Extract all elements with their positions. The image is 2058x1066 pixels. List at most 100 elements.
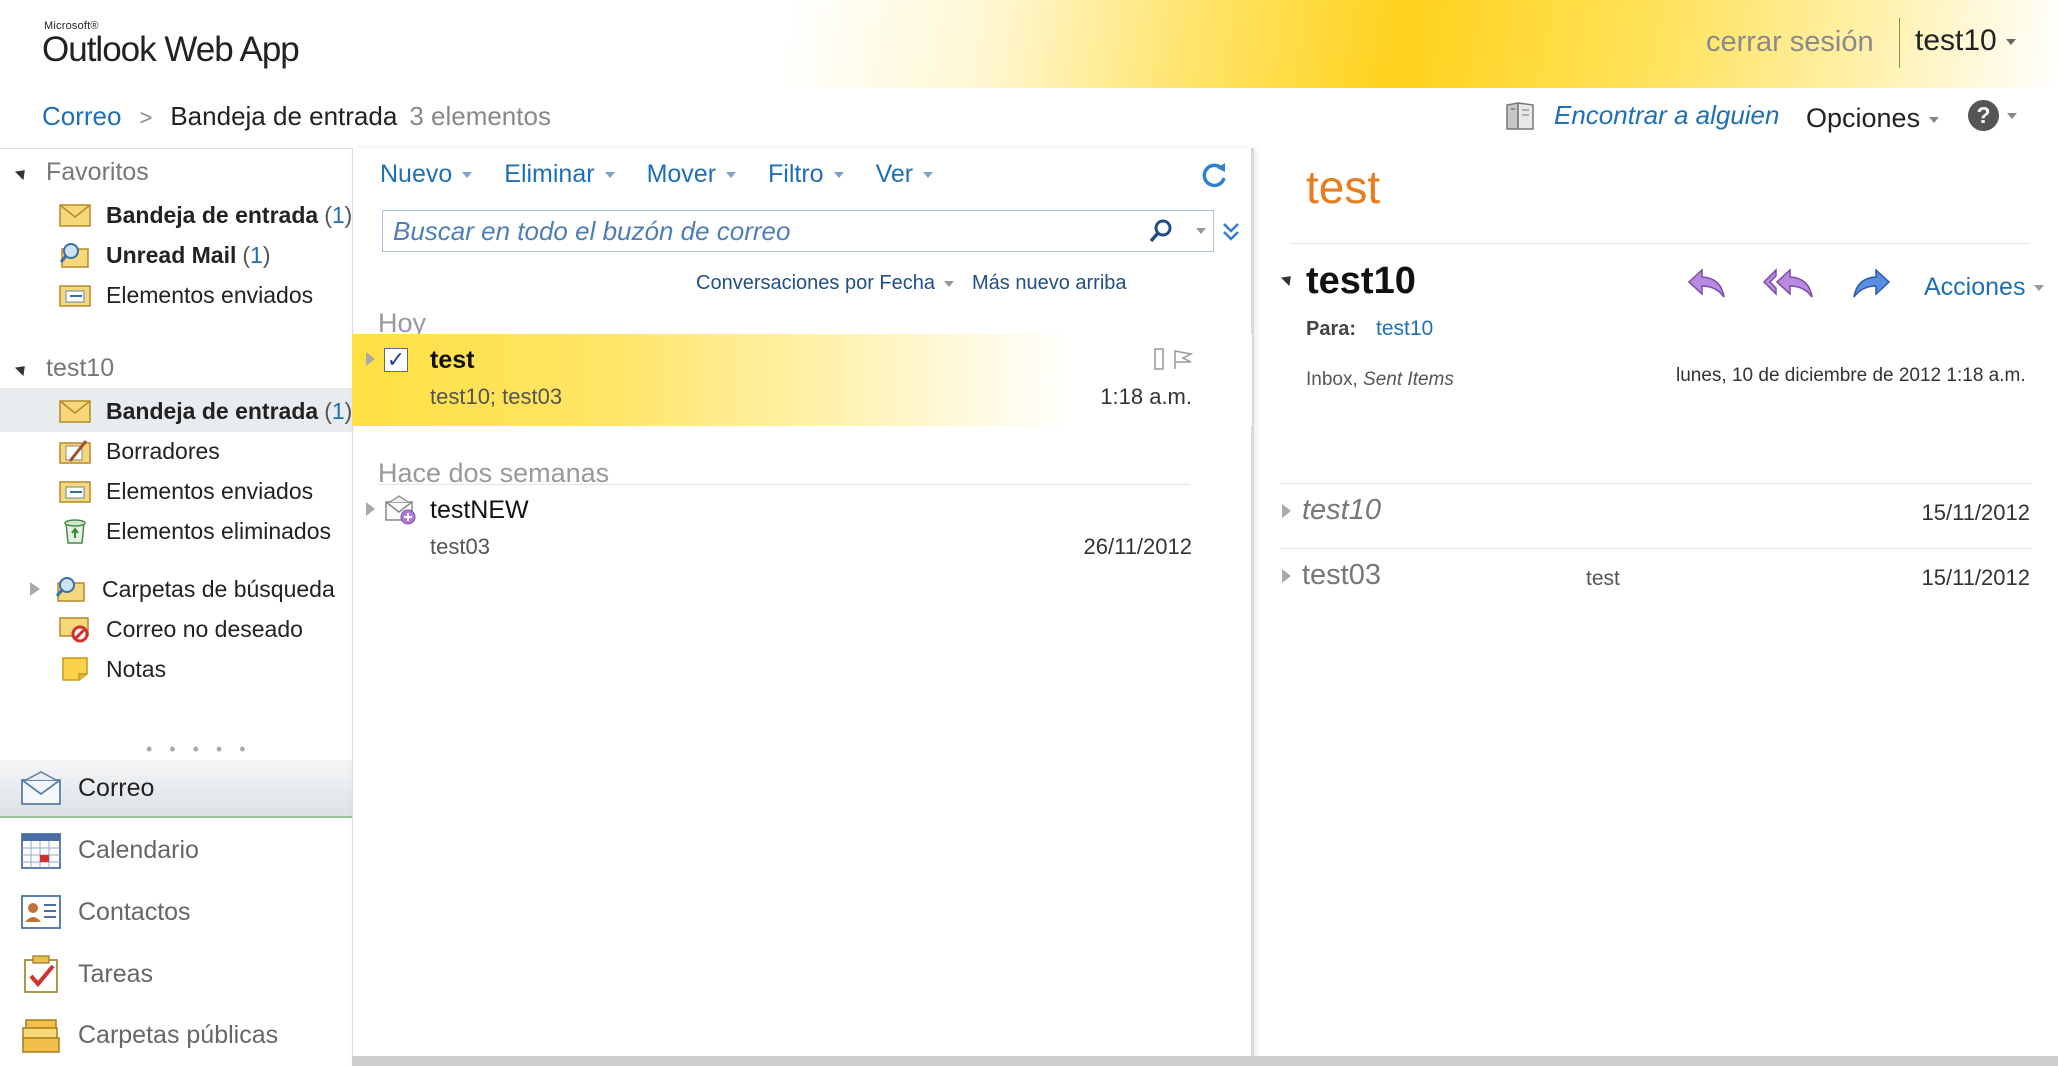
sent-icon xyxy=(58,281,92,309)
to-label: Para: xyxy=(1306,318,1357,340)
module-contacts[interactable]: Contactos xyxy=(0,883,352,941)
filter-button[interactable]: Filtro xyxy=(768,160,844,189)
folder-item-label: Carpetas de búsqueda xyxy=(102,575,335,602)
thread-sender: test10 xyxy=(1302,494,1381,526)
message-subject: test xyxy=(430,346,475,374)
search-box xyxy=(382,210,1214,252)
folder-item-label: Elementos enviados xyxy=(106,477,314,504)
refresh-icon[interactable] xyxy=(1200,160,1228,195)
flag-icon[interactable] xyxy=(1172,348,1194,370)
junk-icon xyxy=(58,615,92,643)
breadcrumb-mail-link[interactable]: Correo xyxy=(42,101,121,131)
category-icon[interactable] xyxy=(1154,348,1164,370)
options-menu[interactable]: Opciones xyxy=(1806,103,1940,134)
options-label: Opciones xyxy=(1806,103,1921,133)
user-name: test10 xyxy=(1915,24,1997,57)
thread-date: 15/11/2012 xyxy=(1921,500,2030,525)
inbox-icon xyxy=(58,201,92,229)
chevron-down-icon xyxy=(2005,39,2016,46)
folder-item-sent[interactable]: Elementos enviados xyxy=(58,471,313,511)
folder-item-junk[interactable]: Correo no deseado xyxy=(58,609,303,649)
expand-search-icon[interactable] xyxy=(1222,221,1240,248)
chevron-down-icon xyxy=(2007,112,2017,119)
message-folders: Inbox, Sent Items xyxy=(1306,369,1454,391)
actions-menu[interactable]: Acciones xyxy=(1924,273,2045,302)
folder-item-inbox[interactable]: Bandeja de entrada (1) xyxy=(58,391,352,431)
folder-item-search-folders[interactable]: Carpetas de búsqueda xyxy=(30,569,335,609)
filter-button-label: Filtro xyxy=(768,160,824,188)
favorites-header[interactable]: Favoritos xyxy=(14,158,149,187)
expand-conversation-icon[interactable] xyxy=(366,502,375,516)
mailbox-title: test10 xyxy=(46,354,115,382)
expand-conversation-icon[interactable] xyxy=(366,352,375,366)
module-calendar[interactable]: Calendario xyxy=(0,821,352,879)
inbox-icon xyxy=(58,397,92,425)
move-button[interactable]: Mover xyxy=(646,160,737,189)
to-recipient-link[interactable]: test10 xyxy=(1376,317,1433,341)
folder-item-label: Borradores xyxy=(106,437,220,464)
module-label: Carpetas públicas xyxy=(78,1020,279,1049)
module-public-folders[interactable]: Carpetas públicas xyxy=(0,1006,352,1064)
expand-message-icon[interactable] xyxy=(1282,504,1291,518)
thread-item[interactable]: test03 test 15/11/2012 xyxy=(1280,548,2032,602)
thread-date: 15/11/2012 xyxy=(1921,565,2030,590)
forward-icon[interactable] xyxy=(1850,266,1892,300)
module-tasks[interactable]: Tareas xyxy=(0,945,352,1003)
favorite-item-inbox[interactable]: Bandeja de entrada (1) xyxy=(58,195,352,235)
breadcrumb: Correo > Bandeja de entrada 3 elementos xyxy=(42,101,551,132)
collapse-triangle-icon[interactable] xyxy=(1280,271,1296,287)
address-book-icon xyxy=(1506,101,1534,130)
module-label: Calendario xyxy=(78,835,199,864)
message-item[interactable]: testNEW test03 26/11/2012 xyxy=(352,484,1252,576)
module-mail[interactable]: Correo xyxy=(0,760,352,818)
folder-item-label: Correo no deseado xyxy=(106,615,303,642)
chevron-down-icon xyxy=(833,171,844,178)
view-button[interactable]: Ver xyxy=(876,160,934,189)
message-toolbar: Nuevo Eliminar Mover Filtro Ver xyxy=(380,160,965,189)
reply-actions xyxy=(1686,266,1892,300)
deleted-icon xyxy=(58,517,92,545)
thread-item[interactable]: test10 15/11/2012 xyxy=(1280,483,2032,537)
pane-resize-handle[interactable]: • • • • • xyxy=(146,739,252,760)
move-button-label: Mover xyxy=(646,160,717,188)
message-item-selected[interactable]: ✓ test test10; test03 1:18 a.m. xyxy=(352,334,1252,426)
unread-count: (1) xyxy=(242,241,271,268)
reply-icon[interactable] xyxy=(1686,266,1728,300)
message-checkbox[interactable]: ✓ xyxy=(384,348,408,372)
folder-secondary: Sent Items xyxy=(1363,369,1454,390)
search-icon[interactable] xyxy=(1143,218,1179,244)
find-someone-link[interactable]: Encontrar a alguien xyxy=(1504,100,1779,131)
chevron-down-icon xyxy=(462,171,473,178)
module-label: Tareas xyxy=(78,959,154,988)
search-folder-icon xyxy=(58,241,92,269)
drafts-icon xyxy=(58,437,92,465)
mailbox-header[interactable]: test10 xyxy=(14,354,115,383)
user-menu[interactable]: test10 xyxy=(1915,24,2016,58)
sort-by-menu[interactable]: Conversaciones por Fecha xyxy=(696,272,955,295)
reply-all-icon[interactable] xyxy=(1762,266,1816,300)
expand-message-icon[interactable] xyxy=(1282,569,1291,583)
sort-order-toggle[interactable]: Más nuevo arriba xyxy=(972,272,1127,295)
public-folders-icon xyxy=(20,1014,62,1056)
new-button[interactable]: Nuevo xyxy=(380,160,473,189)
folder-item-drafts[interactable]: Borradores xyxy=(58,431,220,471)
help-menu[interactable]: ? xyxy=(1968,100,2017,131)
favorite-item-unread-mail[interactable]: Unread Mail (1) xyxy=(58,235,271,275)
chevron-down-icon xyxy=(923,171,934,178)
notes-icon xyxy=(58,655,92,683)
delete-button[interactable]: Eliminar xyxy=(504,160,615,189)
favorite-item-sent[interactable]: Elementos enviados xyxy=(58,275,313,315)
expand-triangle-icon[interactable] xyxy=(30,582,40,596)
favorite-item-label: Unread Mail xyxy=(106,241,237,268)
signout-link[interactable]: cerrar sesión xyxy=(1706,26,1874,59)
message-subject: testNEW xyxy=(430,496,529,524)
unread-count: (1) xyxy=(324,397,353,424)
message-from: test03 xyxy=(430,534,490,559)
folder-item-deleted[interactable]: Elementos eliminados xyxy=(58,511,331,551)
header-divider xyxy=(1899,18,1900,68)
view-button-label: Ver xyxy=(875,160,914,188)
folder-item-notes[interactable]: Notas xyxy=(58,649,166,689)
search-input[interactable] xyxy=(383,215,1143,247)
search-options-button[interactable] xyxy=(1189,228,1213,234)
favorite-item-label: Elementos enviados xyxy=(106,281,314,308)
